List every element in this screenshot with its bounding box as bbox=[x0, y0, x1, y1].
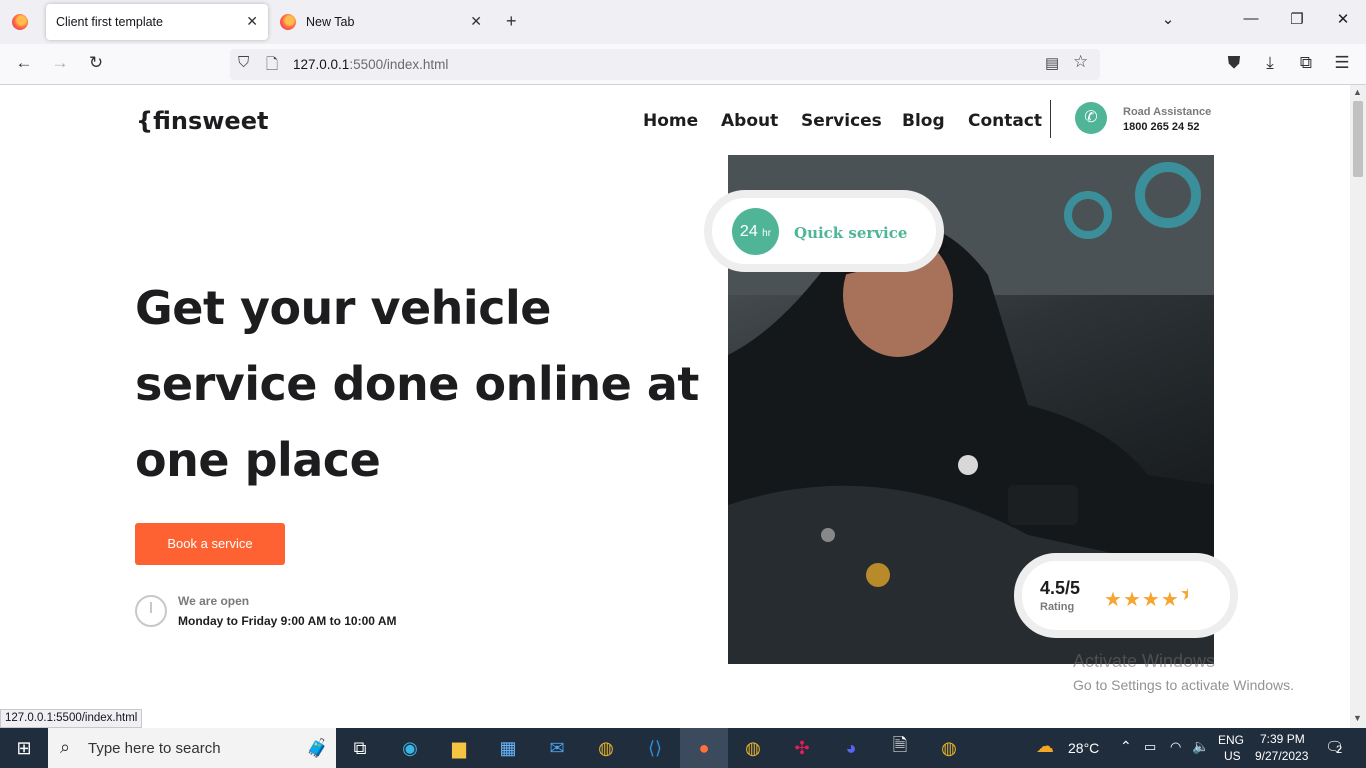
firefox-tab-icon bbox=[280, 14, 296, 30]
clock-time[interactable]: 7:39 PM bbox=[1260, 732, 1305, 746]
search-placeholder: Type here to search bbox=[88, 740, 221, 757]
restore-icon[interactable]: ❐ bbox=[1282, 10, 1312, 28]
new-tab-plus-icon[interactable]: + bbox=[506, 11, 517, 32]
chrome-icon-2[interactable]: ◍ bbox=[729, 728, 777, 768]
open-hours: Monday to Friday 9:00 AM to 10:00 AM bbox=[178, 614, 397, 628]
nav-home[interactable]: Home bbox=[643, 111, 698, 131]
browser-nav-bar: ← → ↻ ⛉ 🗋 127.0.0.1:5500/index.html ▤ ☆ … bbox=[0, 44, 1366, 85]
nav-contact[interactable]: Contact bbox=[968, 111, 1042, 131]
hero-heading-line-1: Get your vehicle bbox=[135, 281, 551, 335]
battery-icon[interactable]: ▭ bbox=[1144, 739, 1156, 755]
notification-count: 2 bbox=[1336, 744, 1343, 756]
windows-taskbar: ⊞ ⌕ Type here to search 🧳 ⧉ ◉ ▆ ▦ ✉ ◍ ⟨⟩… bbox=[0, 728, 1366, 768]
discord-icon[interactable]: ◕ bbox=[827, 728, 875, 768]
slack-icon[interactable]: ✣ bbox=[778, 728, 826, 768]
shield-icon[interactable]: ⛉ bbox=[238, 54, 249, 71]
vscode-icon[interactable]: ⟨⟩ bbox=[631, 728, 679, 768]
mail-icon[interactable]: ✉ bbox=[533, 728, 581, 768]
tab-title: New Tab bbox=[306, 15, 355, 29]
phone-icon[interactable]: ✆ bbox=[1075, 102, 1107, 134]
store-icon[interactable]: ▦ bbox=[484, 728, 532, 768]
scroll-thumb[interactable] bbox=[1353, 101, 1363, 177]
quick-service-text: Quick service bbox=[794, 224, 908, 242]
24hr-circle: 24 hr bbox=[732, 208, 779, 255]
road-assistance-phone[interactable]: 1800 265 24 52 bbox=[1123, 121, 1199, 133]
back-arrow-icon[interactable]: ← bbox=[12, 53, 36, 73]
reload-icon[interactable]: ↻ bbox=[84, 53, 108, 73]
taskbar-search[interactable]: ⌕ Type here to search 🧳 bbox=[48, 728, 336, 768]
weather-temp[interactable]: 28°C bbox=[1068, 740, 1099, 756]
list-tabs-chevron-icon[interactable]: ⌄ bbox=[1153, 10, 1183, 28]
browser-tab-bar: Client first template ✕ New Tab ✕ + ⌄ — … bbox=[0, 0, 1366, 44]
search-icon: ⌕ bbox=[60, 737, 71, 757]
scroll-down-icon[interactable]: ▼ bbox=[1353, 713, 1362, 723]
tab-client-first[interactable]: Client first template ✕ bbox=[46, 4, 268, 40]
language-bottom[interactable]: US bbox=[1224, 749, 1241, 763]
rating-label: Rating bbox=[1040, 601, 1075, 613]
weather-icon[interactable]: ☁ bbox=[1036, 736, 1054, 757]
extensions-icon[interactable]: ⧉ bbox=[1294, 53, 1318, 73]
tray-chevron-icon[interactable]: ⌃ bbox=[1120, 738, 1132, 755]
windows-start-icon[interactable]: ⊞ bbox=[0, 728, 48, 768]
minimize-icon[interactable]: — bbox=[1236, 10, 1266, 27]
firefox-menu-icon[interactable] bbox=[12, 14, 28, 30]
page-viewport: {finsweet Home About Services Blog Conta… bbox=[0, 85, 1350, 728]
notepad-icon[interactable]: 🗎 bbox=[876, 728, 924, 768]
search-highlight-icon: 🧳 bbox=[306, 738, 329, 758]
tab-title: Client first template bbox=[56, 15, 163, 29]
chrome-icon-3[interactable]: ◍ bbox=[925, 728, 973, 768]
tab-new-tab[interactable]: New Tab ✕ bbox=[270, 4, 492, 40]
hamburger-menu-icon[interactable]: ☰ bbox=[1330, 53, 1354, 73]
close-tab-icon[interactable]: ✕ bbox=[246, 13, 258, 30]
task-view-icon[interactable]: ⧉ bbox=[336, 728, 384, 768]
book-service-button[interactable]: Book a service bbox=[135, 523, 285, 565]
file-explorer-icon[interactable]: ▆ bbox=[435, 728, 483, 768]
site-logo[interactable]: {finsweet bbox=[136, 107, 268, 135]
star-icon: ★ bbox=[1122, 589, 1142, 611]
nav-services[interactable]: Services bbox=[801, 111, 882, 131]
forward-arrow-icon[interactable]: → bbox=[48, 53, 72, 73]
activate-windows-title: Activate Windows bbox=[1073, 651, 1216, 671]
scroll-up-icon[interactable]: ▲ bbox=[1353, 87, 1362, 97]
clock-icon bbox=[135, 595, 167, 627]
language-top[interactable]: ENG bbox=[1218, 733, 1244, 747]
downloads-icon[interactable]: ⤓ bbox=[1258, 53, 1282, 73]
half-star-icon: ★ bbox=[1180, 581, 1188, 606]
address-bar[interactable]: ⛉ 🗋 127.0.0.1:5500/index.html ▤ ☆ bbox=[230, 49, 1100, 80]
close-window-icon[interactable]: ✕ bbox=[1328, 10, 1358, 28]
nav-divider bbox=[1050, 100, 1051, 138]
url-text[interactable]: 127.0.0.1:5500/index.html bbox=[293, 57, 448, 72]
firefox-taskbar-icon[interactable]: ● bbox=[680, 728, 728, 768]
nav-about[interactable]: About bbox=[721, 111, 778, 131]
close-tab-icon[interactable]: ✕ bbox=[470, 13, 482, 30]
page-scrollbar[interactable]: ▲ ▼ bbox=[1350, 85, 1366, 728]
volume-icon[interactable]: 🔈 bbox=[1192, 738, 1209, 755]
star-icon: ★ bbox=[1141, 589, 1161, 611]
chrome-icon[interactable]: ◍ bbox=[582, 728, 630, 768]
star-icon: ★ bbox=[1160, 589, 1180, 611]
hero-heading-line-3: one place bbox=[135, 433, 381, 487]
clock-date[interactable]: 9/27/2023 bbox=[1255, 749, 1308, 763]
wifi-icon[interactable]: ◠ bbox=[1170, 739, 1181, 755]
status-link-tooltip: 127.0.0.1:5500/index.html bbox=[0, 709, 143, 728]
open-title: We are open bbox=[178, 594, 250, 608]
activate-windows-subtitle: Go to Settings to activate Windows. bbox=[1073, 677, 1294, 693]
pocket-icon[interactable]: ⛊ bbox=[1222, 53, 1246, 73]
nav-blog[interactable]: Blog bbox=[902, 111, 945, 131]
star-icon: ★ bbox=[1104, 589, 1123, 611]
road-assistance-title: Road Assistance bbox=[1123, 106, 1212, 118]
hero-heading-line-2: service done online at bbox=[135, 357, 699, 411]
rating-stars: ★★★★★ bbox=[1104, 581, 1188, 612]
page-icon: 🗋 bbox=[266, 56, 279, 73]
rating-value: 4.5/5 bbox=[1040, 578, 1081, 598]
edge-icon[interactable]: ◉ bbox=[386, 728, 434, 768]
reader-view-icon[interactable]: ▤ bbox=[1045, 54, 1059, 72]
bookmark-star-icon[interactable]: ☆ bbox=[1073, 52, 1088, 72]
